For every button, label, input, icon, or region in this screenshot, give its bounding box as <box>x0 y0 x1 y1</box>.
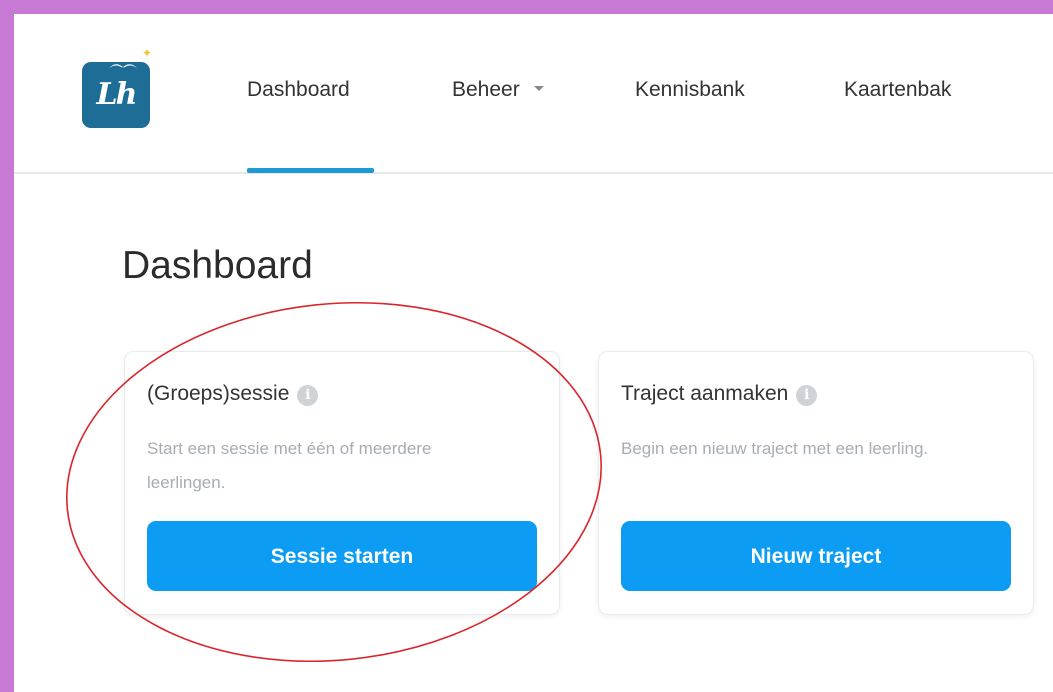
card-title: Traject aanmaken i <box>621 382 818 406</box>
logo[interactable]: Lh ✦ <box>82 46 152 128</box>
nav-item-label: Kaartenbak <box>844 78 952 101</box>
top-navbar: Lh ✦ Dashboard Beheer Kennisbank Kaarten… <box>14 14 1053 174</box>
logo-text: Lh <box>96 77 138 112</box>
info-icon[interactable]: i <box>297 385 319 406</box>
group-session-card: (Groeps)sessie i Start een sessie met één… <box>124 351 560 615</box>
sparkle-icon: ✦ <box>142 46 153 60</box>
card-title-text: (Groeps)sessie <box>147 382 290 405</box>
app-page: Lh ✦ Dashboard Beheer Kennisbank Kaarten… <box>14 14 1053 692</box>
card-title: (Groeps)sessie i <box>147 382 319 406</box>
nav-item-kaartenbak[interactable]: Kaartenbak <box>844 78 951 108</box>
card-description: Begin een nieuw traject met een leerling… <box>621 439 929 458</box>
chevron-down-icon <box>533 85 544 91</box>
nav-item-kennisbank[interactable]: Kennisbank <box>635 78 745 108</box>
new-trajectory-button[interactable]: Nieuw traject <box>621 521 1011 591</box>
card-title-text: Traject aanmaken <box>621 382 789 405</box>
info-icon[interactable]: i <box>796 385 818 406</box>
nav-item-label: Kennisbank <box>635 78 745 101</box>
start-session-button[interactable]: Sessie starten <box>147 521 537 591</box>
page-title: Dashboard <box>122 244 313 287</box>
nav-item-dashboard[interactable]: Dashboard <box>247 78 350 108</box>
active-tab-indicator <box>247 168 374 173</box>
nav-item-label: Beheer <box>452 78 520 101</box>
screenshot-frame-top <box>0 0 1053 14</box>
screenshot-frame-left <box>0 0 14 692</box>
create-trajectory-card: Traject aanmaken i Begin een nieuw trajec… <box>598 351 1034 615</box>
nav-item-beheer[interactable]: Beheer <box>452 78 544 108</box>
card-description: Start een sessie met één of meerdere lee… <box>147 439 432 492</box>
nav-item-label: Dashboard <box>247 78 350 101</box>
book-icon <box>107 62 139 72</box>
